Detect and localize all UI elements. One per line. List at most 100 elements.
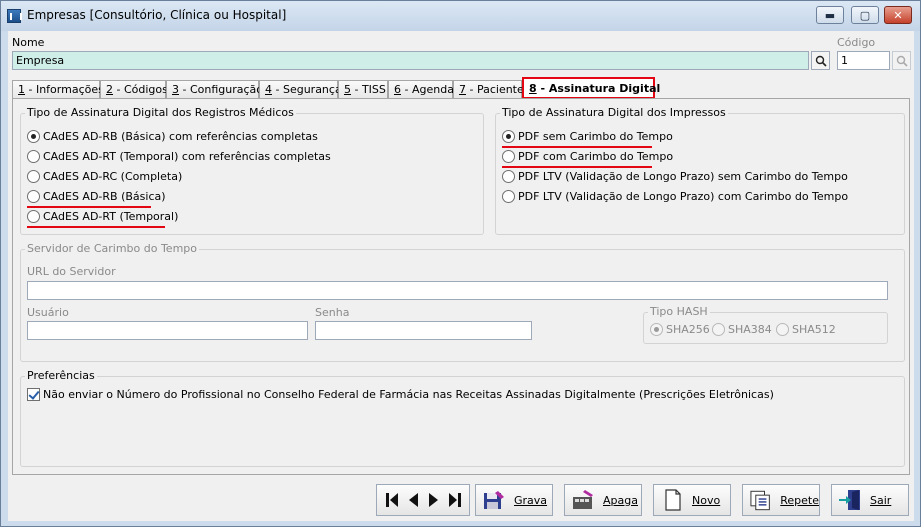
last-icon [448,493,461,507]
tab-assinatura-digital[interactable]: 8 - Assinatura Digital [522,77,660,99]
url-field[interactable] [27,281,888,300]
highlight-underline [27,206,151,208]
group-registros-medicos: Tipo de Assinatura Digital dos Registros… [20,106,484,235]
button-label: Novo [692,493,721,507]
tab-label: - Assinatura Digital [536,82,661,95]
radio-sha256: SHA256 [650,323,710,336]
name-search-button[interactable] [811,51,830,70]
search-icon [815,55,827,67]
radio-pdf-sem-carimbo[interactable]: PDF sem Carimbo do Tempo [502,130,673,143]
checkbox-nao-enviar-numero-profissional[interactable]: Não enviar o Número do Profissional no C… [27,388,774,401]
tab-panel-assinatura-digital: Tipo de Assinatura Digital dos Registros… [12,98,910,475]
next-icon [428,493,438,507]
url-label: URL do Servidor [27,265,116,278]
tab-informacoes[interactable]: 1 - Informações [12,80,104,99]
radio-button[interactable] [27,130,40,143]
group-tipo-hash: Tipo HASH SHA256 SHA384 SHA512 [643,305,888,344]
radio-button[interactable] [502,130,515,143]
group-title: Servidor de Carimbo do Tempo [25,242,199,255]
app-icon [7,9,22,23]
delete-icon [573,490,593,509]
close-button[interactable]: ✕ [884,6,912,24]
grava-button[interactable]: Grava [475,484,553,516]
novo-button[interactable]: Novo [653,484,731,516]
previous-record-button[interactable] [404,489,422,511]
radio-pdf-ltv-sem-carimbo[interactable]: PDF LTV (Validação de Longo Prazo) sem C… [502,170,848,183]
highlight-underline [502,146,652,148]
tab-seguranca[interactable]: 4 - Segurança [259,80,342,99]
radio-label: CAdES AD-RT (Temporal) com referências c… [43,150,331,163]
last-record-button[interactable] [446,489,464,511]
radio-cades-rt[interactable]: CAdES AD-RT (Temporal) [27,210,178,223]
tab-mnemonic: 5 [344,83,351,96]
tab-codigos[interactable]: 2 - Códigos [100,80,168,99]
tab-mnemonic: 7 [459,83,466,96]
group-title: Tipo HASH [648,305,710,318]
exit-icon [839,490,860,510]
tab-label: - TISS [351,83,386,96]
highlight-underline [27,226,165,228]
radio-sha512: SHA512 [776,323,836,336]
button-label: Repete [780,493,819,507]
tab-mnemonic: 8 [529,82,537,95]
sair-button[interactable]: Sair [831,484,909,516]
minimize-button[interactable]: ▬ [816,6,844,24]
radio-button[interactable] [27,170,40,183]
apaga-button[interactable]: Apaga [564,484,642,516]
radio-button[interactable] [27,190,40,203]
user-field[interactable] [27,321,308,340]
next-record-button[interactable] [425,489,443,511]
password-field[interactable] [315,321,532,340]
radio-button[interactable] [502,150,515,163]
form-content: Nome Empresa Código 1 1 - Informações 2 … [8,31,914,521]
tab-agenda[interactable]: 6 - Agenda [388,80,454,99]
name-field[interactable]: Empresa [12,51,809,70]
radio-label: PDF LTV (Validação de Longo Prazo) com C… [518,190,849,203]
button-label: Grava [514,493,548,507]
radio-label: SHA512 [792,323,836,336]
group-preferencias: Preferências Não enviar o Número do Prof… [20,369,905,467]
tab-label: - Segurança [272,83,342,96]
radio-label: CAdES AD-RB (Básica) [43,190,166,203]
radio-button[interactable] [27,210,40,223]
first-record-button[interactable] [383,489,401,511]
radio-button[interactable] [27,150,40,163]
checkbox[interactable] [27,388,40,401]
radio-button[interactable] [502,170,515,183]
radio-label: PDF LTV (Validação de Longo Prazo) sem C… [518,170,848,183]
checkbox-label: Não enviar o Número do Profissional no C… [43,388,774,401]
tab-mnemonic: 6 [394,83,401,96]
radio-pdf-ltv-com-carimbo[interactable]: PDF LTV (Validação de Longo Prazo) com C… [502,190,848,203]
tab-mnemonic: 3 [172,83,179,96]
repeat-icon [750,490,770,511]
radio-cades-rc[interactable]: CAdES AD-RC (Completa) [27,170,182,183]
repete-button[interactable]: Repete [742,484,820,516]
tab-label: - Códigos [113,83,168,96]
radio-cades-rt-completas[interactable]: CAdES AD-RT (Temporal) com referências c… [27,150,331,163]
group-title: Preferências [25,369,97,382]
tab-configuracao[interactable]: 3 - Configuração [166,80,263,99]
radio-cades-rb[interactable]: CAdES AD-RB (Básica) [27,190,166,203]
tab-label: - Informações [25,83,104,96]
code-field[interactable]: 1 [837,51,890,70]
search-icon [896,55,908,67]
tab-mnemonic: 4 [265,83,272,96]
previous-icon [408,493,418,507]
radio-button[interactable] [502,190,515,203]
tab-paciente[interactable]: 7 - Paciente [453,80,524,99]
radio-button [776,323,789,336]
window: Empresas [Consultório, Clínica ou Hospit… [0,0,921,527]
group-servidor-carimbo: Servidor de Carimbo do Tempo URL do Serv… [20,242,905,362]
highlight-underline [502,166,652,168]
radio-label: PDF com Carimbo do Tempo [518,150,674,163]
radio-button [650,323,663,336]
radio-label: SHA384 [728,323,772,336]
radio-button [712,323,725,336]
maximize-button[interactable]: ▢ [851,6,879,24]
tab-mnemonic: 1 [18,83,25,96]
radio-sha384: SHA384 [712,323,772,336]
radio-cades-rb-completas[interactable]: CAdES AD-RB (Básica) com referências com… [27,130,318,143]
group-impressos: Tipo de Assinatura Digital dos Impressos… [495,106,905,235]
radio-pdf-com-carimbo[interactable]: PDF com Carimbo do Tempo [502,150,673,163]
tab-tiss[interactable]: 5 - TISS [338,80,388,99]
